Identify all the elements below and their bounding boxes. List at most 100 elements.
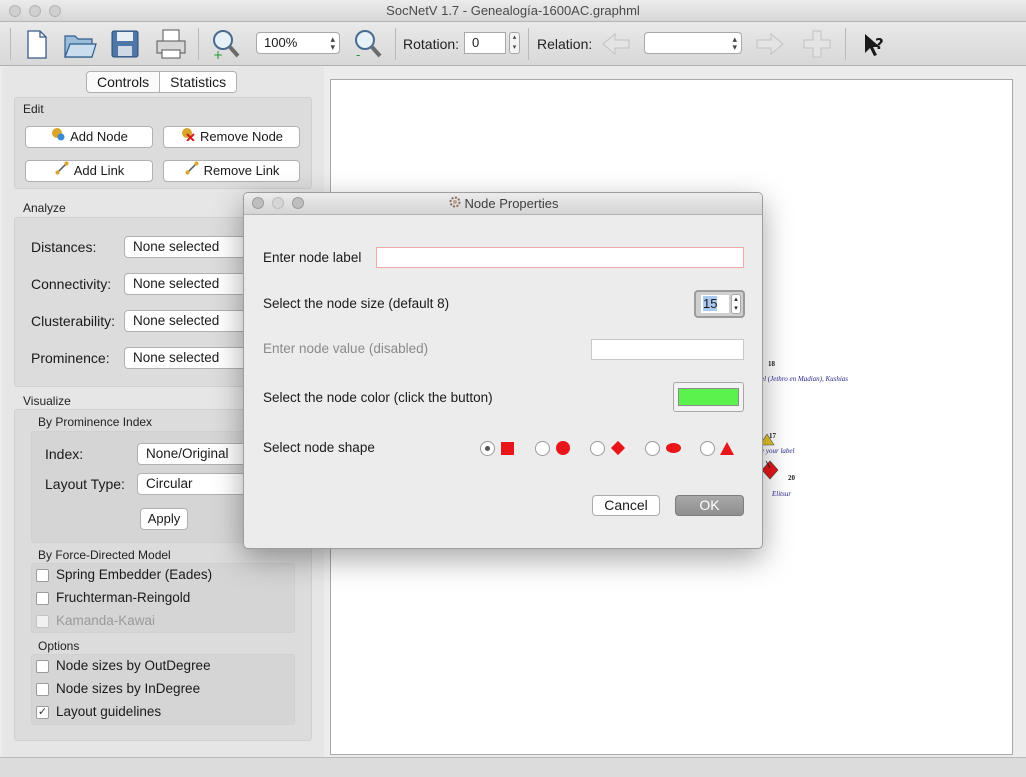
rotation-spinbox[interactable]: 0 [464,32,506,54]
zoom-in-icon[interactable]: + [207,26,243,62]
spring-embedder-checkbox[interactable]: Spring Embedder (Eades) [34,566,212,584]
shape-circle-radio[interactable] [535,441,550,456]
whats-this-help-icon[interactable]: ? [855,26,891,62]
rotation-value: 0 [472,35,480,50]
connectivity-label: Connectivity: [31,276,112,292]
fruchterman-reingold-checkbox[interactable]: Fruchterman-Reingold [34,589,190,607]
sizes-by-indegree-label: Node sizes by InDegree [56,681,201,696]
sizes-by-outdegree-label: Node sizes by OutDegree [56,658,211,673]
node-label: e your label [761,447,795,455]
svg-text:?: ? [875,35,884,53]
save-icon[interactable] [107,26,143,62]
toolbar-separator [845,28,846,60]
remove-link-button[interactable]: Remove Link [163,160,300,182]
zoom-out-icon[interactable]: - [349,26,385,62]
remove-link-icon [184,161,200,181]
shape-ellipse-radio[interactable] [645,441,660,456]
checkbox-box [36,615,49,628]
node-size-stepper-icon[interactable]: ▴ ▾ [731,294,741,314]
shape-triangle-radio[interactable] [700,441,715,456]
minimize-window-button[interactable] [29,5,41,17]
print-icon[interactable] [153,26,189,62]
checkbox-box[interactable] [36,569,49,582]
checkbox-box[interactable] [36,592,49,605]
shape-box-radio[interactable] [480,441,495,456]
node-size-prompt: Select the node size (default 8) [263,296,450,311]
node-label-prompt: Enter node label [263,250,362,265]
dialog-title: Node Properties [464,196,559,211]
layout-guidelines-label: Layout guidelines [56,704,162,719]
box-shape-icon [501,442,514,455]
remove-node-button[interactable]: Remove Node [163,126,300,148]
sizes-by-outdegree-checkbox[interactable]: Node sizes by OutDegree [34,657,211,675]
triangle-shape-icon [720,442,734,455]
checkbox-box[interactable] [36,660,49,673]
combo-stepper-icon: ▴ ▾ [732,34,737,52]
rotation-stepper-icon[interactable]: ▴ ▾ [509,32,520,54]
index-label: Index: [45,446,84,462]
open-folder-icon[interactable] [61,26,97,62]
edit-group-title: Edit [23,102,44,116]
shape-diamond-radio[interactable] [590,441,605,456]
node-size-selected-text: 15 [703,296,718,311]
tab-statistics[interactable]: Statistics [159,72,237,92]
node-number: 18 [768,360,775,368]
node-size-spinbox[interactable]: 15 ▴ ▾ [694,290,745,318]
dialog-close-button[interactable] [252,197,264,209]
prominence-label: Prominence: [31,350,110,366]
node-number: 20 [788,474,795,482]
layout-guidelines-checkbox[interactable]: ✓ Layout guidelines [34,703,161,721]
kamanda-kawai-label: Kamanda-Kawai [56,613,156,628]
node-properties-dialog: Node Properties Enter node label Select … [243,192,763,549]
dialog-minimize-button [272,197,284,209]
status-bar [0,757,1026,777]
cancel-button[interactable]: Cancel [592,495,660,516]
add-link-label: Add Link [73,163,125,178]
tab-controls[interactable]: Controls [87,72,159,92]
apply-button[interactable]: Apply [140,508,188,530]
remove-link-label: Remove Link [203,163,280,178]
zoom-combobox[interactable]: 100% ▴ ▾ [256,32,340,54]
add-node-button[interactable]: Add Node [25,126,153,148]
circle-shape-icon [556,441,570,455]
zoom-window-button[interactable] [49,5,61,17]
options-title: Options [38,639,80,653]
close-window-button[interactable] [9,5,21,17]
toolbar-separator [10,28,11,60]
add-node-label: Add Node [70,129,128,144]
diamond-shape-icon [610,440,626,456]
node-number: 17 [769,432,776,440]
window-title: SocNetV 1.7 - Genealogía-1600AC.graphml [386,3,640,18]
node-color-button[interactable] [673,382,744,412]
ok-button[interactable]: OK [675,495,744,516]
fruchterman-reingold-label: Fruchterman-Reingold [56,590,191,605]
node-label: Elitsur [772,490,792,498]
node-size-value[interactable]: 15 [701,295,729,313]
add-link-button[interactable]: Add Link [25,160,153,182]
relation-combobox[interactable]: ▴ ▾ [644,32,742,54]
toolbar-separator [395,28,396,60]
new-file-icon[interactable] [18,26,54,62]
clusterability-label: Clusterability: [31,313,116,329]
distances-label: Distances: [31,239,97,255]
remove-node-icon [180,127,196,147]
spring-embedder-label: Spring Embedder (Eades) [56,567,213,582]
add-node-icon [50,127,66,147]
toolbar-separator [528,28,529,60]
node-diamond[interactable] [760,460,780,480]
add-relation-icon[interactable] [799,26,835,62]
sizes-by-indegree-checkbox[interactable]: Node sizes by InDegree [34,680,200,698]
next-relation-icon[interactable] [752,26,788,62]
node-label-input[interactable] [376,247,744,268]
previous-relation-icon[interactable] [598,26,634,62]
node-label: el (Jethro en Madian), Kushias [761,375,849,383]
ellipse-shape-icon [666,443,681,453]
dialog-zoom-button[interactable] [292,197,304,209]
window-titlebar: SocNetV 1.7 - Genealogía-1600AC.graphml [0,0,1026,22]
analyze-group-title: Analyze [23,201,66,215]
svg-text:-: - [356,48,360,62]
relation-label: Relation: [537,36,593,52]
toolbar-separator [198,28,199,60]
checkbox-box[interactable] [36,683,49,696]
checkmark-icon[interactable]: ✓ [36,706,49,719]
